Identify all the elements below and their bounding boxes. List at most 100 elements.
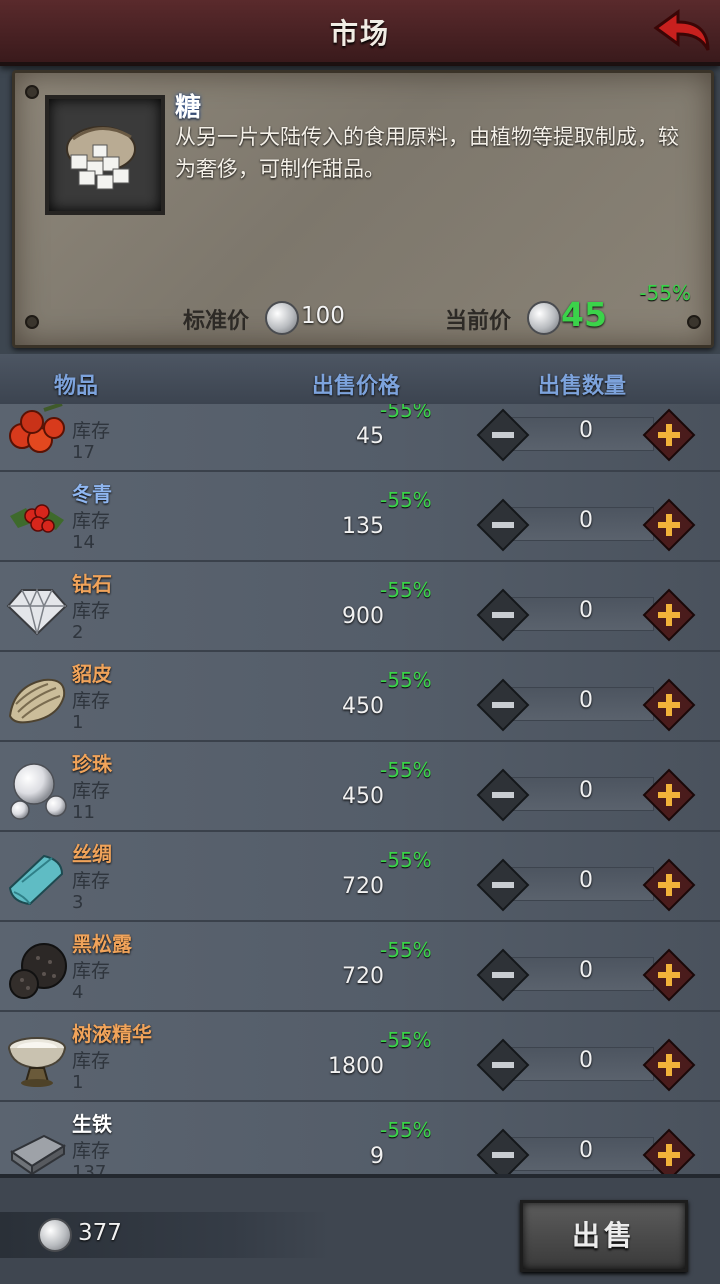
item-name: 冬青 — [72, 482, 112, 506]
minus-button[interactable] — [476, 498, 530, 552]
minus-button[interactable] — [476, 678, 530, 732]
stock-value: 11 — [72, 802, 95, 823]
plus-button[interactable] — [642, 408, 696, 462]
discount-text: -55% — [380, 404, 432, 422]
item-name: 糖 — [175, 93, 202, 123]
minus-button[interactable] — [476, 1128, 530, 1174]
iron-ingot-icon — [10, 1134, 67, 1174]
sell-price: 45 — [356, 424, 384, 449]
footer-bar: 377 出售 — [0, 1174, 720, 1284]
plus-button[interactable] — [642, 498, 696, 552]
list-item: 貂皮 库存 1 -55% 450 0 — [0, 652, 720, 742]
column-header-item: 物品 — [54, 374, 99, 399]
list-item: 黑松露 库存 4 -55% 720 0 — [0, 922, 720, 1012]
discount-text: -55% — [380, 488, 432, 512]
silver-coin-icon — [38, 1218, 72, 1252]
plus-button[interactable] — [642, 858, 696, 912]
sugar-sack-icon — [66, 126, 136, 190]
list-item: 生铁 库存 137 -55% 9 0 — [0, 1102, 720, 1174]
stock-value: 1 — [72, 1072, 84, 1093]
plus-button[interactable] — [642, 1128, 696, 1174]
minus-button[interactable] — [476, 408, 530, 462]
sell-price: 720 — [342, 964, 384, 989]
minus-button[interactable] — [476, 948, 530, 1002]
back-arrow-icon[interactable] — [652, 6, 712, 56]
sap-bowl-icon — [8, 1037, 66, 1087]
berries-icon — [9, 404, 65, 453]
stock-label: 库存 — [72, 420, 111, 442]
plus-button[interactable] — [642, 768, 696, 822]
table-header: 物品 出售价格 出售数量 — [0, 354, 720, 404]
column-header-quantity: 出售数量 — [538, 374, 627, 399]
stock-label: 库存 — [72, 1050, 111, 1072]
item-name: 珍珠 — [72, 752, 112, 776]
list-item: 树液精华 库存 1 -55% 1800 0 — [0, 1012, 720, 1102]
minus-button[interactable] — [476, 858, 530, 912]
discount-badge: -55% — [639, 281, 691, 305]
list-item: 钻石 库存 2 -55% 900 0 — [0, 562, 720, 652]
standard-price-label: 标准价 — [183, 309, 250, 334]
stock-value: 1 — [72, 712, 84, 733]
discount-text: -55% — [380, 848, 432, 872]
stock-label: 库存 — [72, 870, 111, 892]
current-price-label: 当前价 — [445, 309, 512, 334]
discount-text: -55% — [380, 1118, 432, 1142]
sell-price: 720 — [342, 874, 384, 899]
stock-label: 库存 — [72, 600, 111, 622]
list-item: 丝绸 库存 3 -55% 720 0 — [0, 832, 720, 922]
stock-value: 2 — [72, 622, 84, 643]
diamond-icon — [6, 588, 68, 636]
stock-value: 14 — [72, 532, 95, 553]
item-name: 丝绸 — [72, 842, 112, 866]
list-item: 库存 17 -55% 45 0 — [0, 404, 720, 472]
item-name: 貂皮 — [72, 662, 112, 686]
column-header-price: 出售价格 — [312, 374, 401, 399]
item-name: 钻石 — [72, 572, 112, 596]
discount-text: -55% — [380, 1028, 432, 1052]
stock-value: 17 — [72, 442, 95, 463]
plus-button[interactable] — [642, 1038, 696, 1092]
holly-icon — [10, 504, 64, 533]
silver-coin-icon — [527, 301, 561, 335]
minus-button[interactable] — [476, 1038, 530, 1092]
stock-value: 3 — [72, 892, 84, 913]
item-description: 从另一片大陆传入的食用原料，由植物等提取制成，较为奢侈，可制作甜品。 — [175, 125, 679, 181]
truffle-icon — [9, 943, 67, 999]
sell-price: 450 — [342, 784, 384, 809]
discount-text: -55% — [380, 758, 432, 782]
stock-label: 库存 — [72, 510, 111, 532]
silk-icon — [8, 854, 64, 906]
pearl-icon — [10, 763, 67, 820]
sell-price: 9 — [370, 1144, 384, 1169]
stock-value: 137 — [72, 1162, 107, 1174]
nail-icon — [25, 315, 39, 329]
list-item: 冬青 库存 14 -55% 135 0 — [0, 472, 720, 562]
fur-icon — [8, 678, 66, 724]
nail-icon — [687, 315, 701, 329]
page-title: 市场 — [329, 17, 390, 50]
item-name: 生铁 — [72, 1112, 112, 1136]
sell-price: 1800 — [328, 1054, 384, 1079]
sell-price: 450 — [342, 694, 384, 719]
minus-button[interactable] — [476, 588, 530, 642]
item-name: 黑松露 — [72, 932, 132, 956]
discount-text: -55% — [380, 668, 432, 692]
sell-price: 900 — [342, 604, 384, 629]
plus-button[interactable] — [642, 588, 696, 642]
list-item: 珍珠 库存 11 -55% 450 0 — [0, 742, 720, 832]
minus-button[interactable] — [476, 768, 530, 822]
stock-label: 库存 — [72, 780, 111, 802]
item-name: 树液精华 — [72, 1022, 152, 1046]
item-list[interactable]: 库存 17 -55% 45 0 冬青 库存 14 -55% 135 0 钻石 库… — [0, 404, 720, 1174]
standard-price-value: 100 — [301, 303, 345, 329]
stock-label: 库存 — [72, 1140, 111, 1162]
stock-label: 库存 — [72, 690, 111, 712]
plus-button[interactable] — [642, 678, 696, 732]
silver-coin-icon — [265, 301, 299, 335]
sell-button[interactable]: 出售 — [520, 1200, 688, 1272]
plus-button[interactable] — [642, 948, 696, 1002]
money-amount: 377 — [78, 1220, 122, 1246]
item-icon-frame — [45, 95, 165, 215]
discount-text: -55% — [380, 578, 432, 602]
discount-text: -55% — [380, 938, 432, 962]
